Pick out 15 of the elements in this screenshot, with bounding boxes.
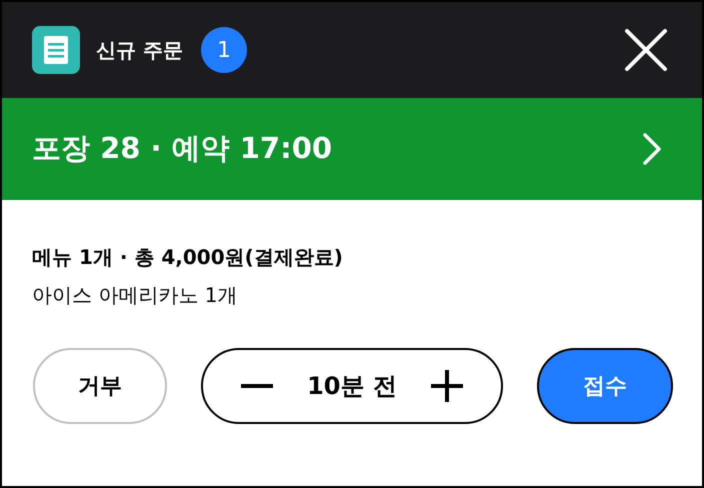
chevron-right-icon [642,132,662,166]
increase-button[interactable] [428,368,465,404]
reject-button[interactable]: 거부 [33,348,167,424]
close-icon [624,28,668,72]
prep-time: 10분 전 [307,371,397,402]
notepad-icon [32,26,80,74]
accept-button[interactable]: 접수 [537,348,673,424]
count-badge: 1 [200,27,247,73]
order-title: 포장 28 · 예약 17:00 [32,130,332,168]
minus-icon [241,384,273,388]
close-button[interactable] [622,26,670,74]
header-title: 신규 주문 [96,37,183,64]
plus-icon [430,370,463,402]
order-bar[interactable]: 포장 28 · 예약 17:00 [2,98,702,200]
order-summary: 메뉴 1개 · 총 4,000원(결제완료) [32,244,344,271]
